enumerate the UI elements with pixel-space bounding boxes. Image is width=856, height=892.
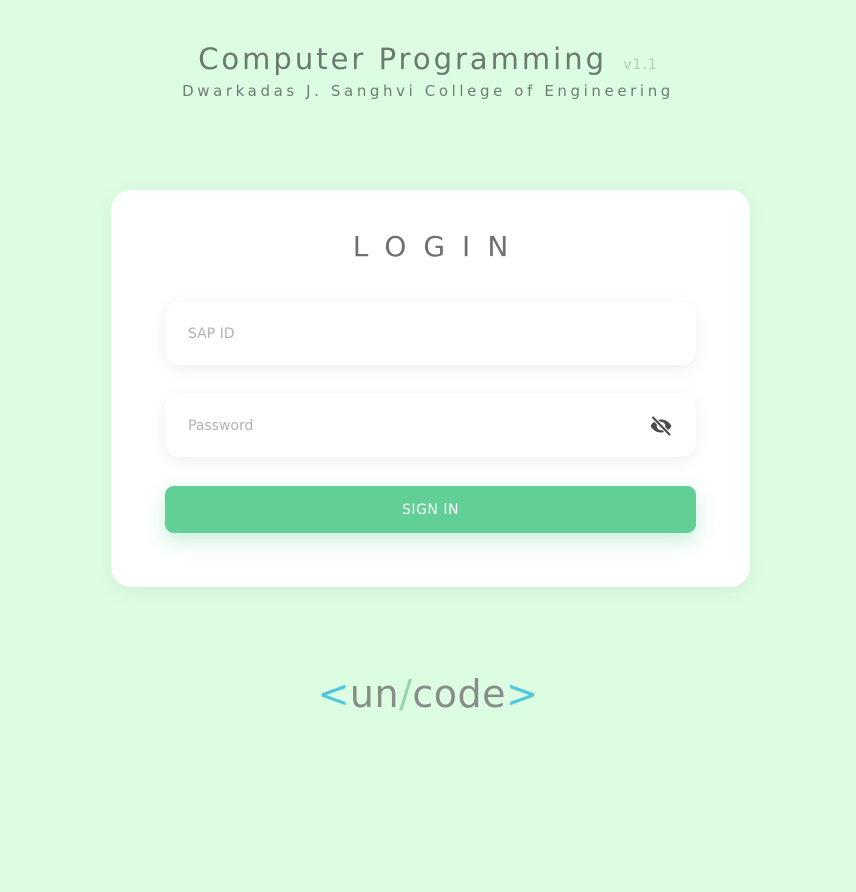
sap-id-field[interactable] — [165, 302, 696, 365]
app-title: Computer Programming v1.1 — [0, 42, 856, 76]
app-header: Computer Programming v1.1 Dwarkadas J. S… — [0, 42, 856, 100]
logo-text-un: un — [349, 672, 400, 716]
sap-id-input[interactable] — [165, 302, 696, 365]
logo-text-code: code — [412, 672, 507, 716]
login-heading: LOGIN — [352, 230, 526, 263]
app-subtitle: Dwarkadas J. Sanghvi College of Engineer… — [182, 82, 674, 100]
logo-slash: / — [399, 672, 413, 716]
password-input[interactable] — [165, 394, 696, 457]
unicode-logo: <un/code> — [0, 672, 856, 716]
logo-close-bracket: > — [506, 672, 539, 716]
app-version: v1.1 — [623, 57, 658, 73]
sign-in-button[interactable]: SIGN IN — [165, 486, 696, 533]
password-field[interactable] — [165, 394, 696, 457]
app-title-text: Computer Programming — [198, 42, 608, 76]
eye-off-icon[interactable] — [649, 414, 673, 438]
logo-open-bracket: < — [317, 672, 350, 716]
